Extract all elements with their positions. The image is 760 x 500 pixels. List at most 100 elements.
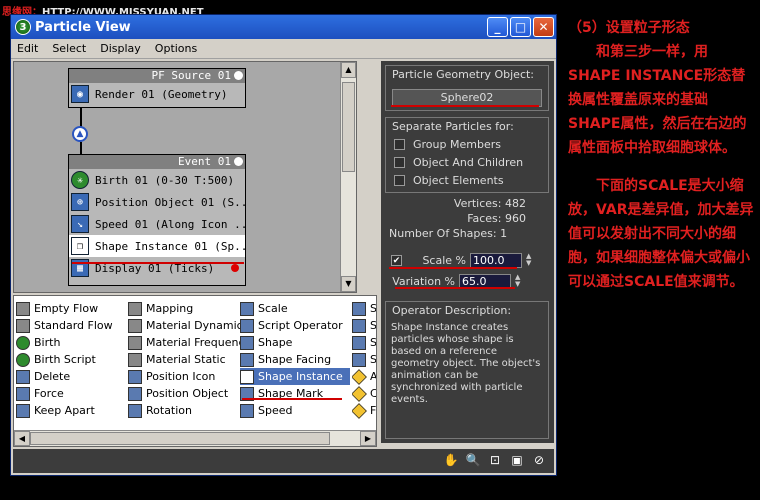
minimize-button[interactable]: _ xyxy=(487,17,508,37)
scale-input[interactable]: 100.0 xyxy=(470,252,522,268)
scroll-up-icon[interactable]: ▲ xyxy=(341,62,356,78)
palette-script-operator[interactable]: Script Operator xyxy=(240,317,350,334)
shape-instance-operator[interactable]: ❒ Shape Instance 01 (Sp... xyxy=(69,235,245,257)
render-operator[interactable]: ◉ Render 01 (Geometry) xyxy=(69,83,245,105)
palette-item-s[interactable]: S xyxy=(352,334,376,351)
highlight-underline xyxy=(72,262,244,264)
palette-item-s[interactable]: S xyxy=(352,351,376,368)
flow-direction-icon[interactable]: ▲ xyxy=(72,126,88,142)
operator-description-group: Operator Description: Shape Instance cre… xyxy=(385,301,549,439)
palette-mapping[interactable]: Mapping xyxy=(128,300,238,317)
menu-select[interactable]: Select xyxy=(52,42,86,55)
keep-apart-icon xyxy=(16,403,30,418)
palette-standard-flow[interactable]: Standard Flow xyxy=(16,317,126,334)
palette-keep-apart[interactable]: Keep Apart xyxy=(16,402,126,419)
birth-operator[interactable]: ✳ Birth 01 (0-30 T:500) xyxy=(69,169,245,191)
palette-empty-flow[interactable]: Empty Flow xyxy=(16,300,126,317)
operator-icon xyxy=(352,318,366,333)
zoom-region-icon[interactable]: ⊡ xyxy=(486,453,504,469)
zoom-extents-icon[interactable]: ▣ xyxy=(508,453,526,469)
graph-vertical-scrollbar[interactable]: ▲ ▼ xyxy=(340,62,356,292)
flow-icon xyxy=(16,318,30,333)
maximize-button[interactable]: □ xyxy=(510,17,531,37)
speed-operator[interactable]: ↘ Speed 01 (Along Icon ... xyxy=(69,213,245,235)
separate-group-title: Separate Particles for: xyxy=(392,120,514,133)
object-and-children-checkbox[interactable]: Object And Children xyxy=(386,153,548,171)
bulb-icon[interactable] xyxy=(234,157,243,166)
highlight-underline xyxy=(242,398,342,400)
palette-item-test[interactable]: C xyxy=(352,385,376,402)
view-tools-bar: ✋ 🔍 ⊡ ▣ ⊘ xyxy=(13,449,554,473)
palette-item-test[interactable]: A xyxy=(352,368,376,385)
shapes-stat: Number Of Shapes: 1 xyxy=(389,227,508,240)
notes-paragraph-2: 下面的SCALE是大小缩放，VAR是差异值，加大差异值可以发射出不同大小的细胞，… xyxy=(568,178,754,290)
position-object-operator[interactable]: ⊕ Position Object 01 (S... xyxy=(69,191,245,213)
app-icon: 3 xyxy=(15,19,31,35)
palette-speed[interactable]: Speed xyxy=(240,402,350,419)
scale-label: Scale % xyxy=(422,253,466,267)
palette-scale[interactable]: Scale xyxy=(240,300,350,317)
speed-icon xyxy=(240,403,254,418)
script-icon xyxy=(16,352,30,367)
palette-material-frequency[interactable]: Material Frequency xyxy=(128,334,251,351)
scroll-thumb[interactable] xyxy=(342,82,355,172)
scale-spinner-arrows[interactable]: ▲ ▼ xyxy=(526,253,536,267)
palette-item-test[interactable]: F xyxy=(352,402,376,419)
sync-scale-checkbox[interactable]: ✔ xyxy=(391,254,402,266)
pf-source-title: PF Source 01 xyxy=(69,69,245,83)
test-icon xyxy=(352,402,367,419)
script-icon xyxy=(240,318,254,333)
palette-column-4: S S S S A C F xyxy=(352,300,376,419)
menu-options[interactable]: Options xyxy=(155,42,197,55)
object-elements-checkbox[interactable]: Object Elements xyxy=(386,171,548,189)
highlight-underline xyxy=(389,267,517,269)
palette-shape-instance[interactable]: Shape Instance xyxy=(240,368,350,385)
palette-column-3: Scale Script Operator Shape Shape Facing… xyxy=(240,300,350,419)
scale-icon xyxy=(240,301,254,316)
menu-edit[interactable]: Edit xyxy=(17,42,38,55)
pf-source-node[interactable]: PF Source 01 ◉ Render 01 (Geometry) xyxy=(68,68,246,108)
title-bar[interactable]: 3 Particle View _ □ ✕ xyxy=(11,15,556,39)
palette-delete[interactable]: Delete xyxy=(16,368,126,385)
scroll-right-icon[interactable]: ▶ xyxy=(360,431,376,446)
palette-rotation[interactable]: Rotation xyxy=(128,402,238,419)
separate-particles-group: Separate Particles for: Group Members Ob… xyxy=(385,117,549,193)
particle-graph[interactable]: PF Source 01 ◉ Render 01 (Geometry) ▲ Eve… xyxy=(13,61,357,293)
scroll-down-icon[interactable]: ▼ xyxy=(341,276,356,292)
group-members-checkbox[interactable]: Group Members xyxy=(386,135,548,153)
palette-horizontal-scrollbar[interactable]: ◀ ▶ xyxy=(14,430,376,446)
menu-display[interactable]: Display xyxy=(100,42,141,55)
palette-position-object[interactable]: Position Object xyxy=(128,385,238,402)
palette-shape[interactable]: Shape xyxy=(240,334,350,351)
scroll-left-icon[interactable]: ◀ xyxy=(14,431,30,446)
geometry-group-title: Particle Geometry Object: xyxy=(392,68,535,81)
window-title: Particle View xyxy=(35,19,131,35)
rotation-icon xyxy=(128,403,142,418)
close-button[interactable]: ✕ xyxy=(533,17,554,37)
display-operator[interactable]: ▦ Display 01 (Ticks) xyxy=(69,257,245,279)
variation-spinner-arrows[interactable]: ▲ ▼ xyxy=(515,274,525,288)
pan-hand-icon[interactable]: ✋ xyxy=(442,453,460,469)
bulb-icon[interactable] xyxy=(234,71,243,80)
force-icon xyxy=(16,386,30,401)
event-node[interactable]: Event 01 ✳ Birth 01 (0-30 T:500) ⊕ Positio… xyxy=(68,154,246,286)
shape-icon xyxy=(240,335,254,350)
palette-item-s[interactable]: S xyxy=(352,300,376,317)
palette-force[interactable]: Force xyxy=(16,385,126,402)
vertices-stat: Vertices: 482 xyxy=(453,197,526,210)
zoom-icon[interactable]: 🔍 xyxy=(464,453,482,469)
palette-shape-facing[interactable]: Shape Facing xyxy=(240,351,350,368)
palette-position-icon[interactable]: Position Icon xyxy=(128,368,238,385)
palette-birth[interactable]: Birth xyxy=(16,334,126,351)
no-zoom-icon[interactable]: ⊘ xyxy=(530,453,548,469)
palette-material-dynamic[interactable]: Material Dynamic xyxy=(128,317,243,334)
menu-bar: Edit Select Display Options xyxy=(11,39,556,59)
palette-material-static[interactable]: Material Static xyxy=(128,351,238,368)
palette-column-1: Empty Flow Standard Flow Birth Birth Scr… xyxy=(16,300,126,419)
palette-item-s[interactable]: S xyxy=(352,317,376,334)
display-color-swatch[interactable] xyxy=(231,264,239,272)
position-icon: ⊕ xyxy=(71,193,89,211)
scroll-thumb[interactable] xyxy=(30,432,330,445)
palette-birth-script[interactable]: Birth Script xyxy=(16,351,126,368)
material-icon xyxy=(128,335,142,350)
